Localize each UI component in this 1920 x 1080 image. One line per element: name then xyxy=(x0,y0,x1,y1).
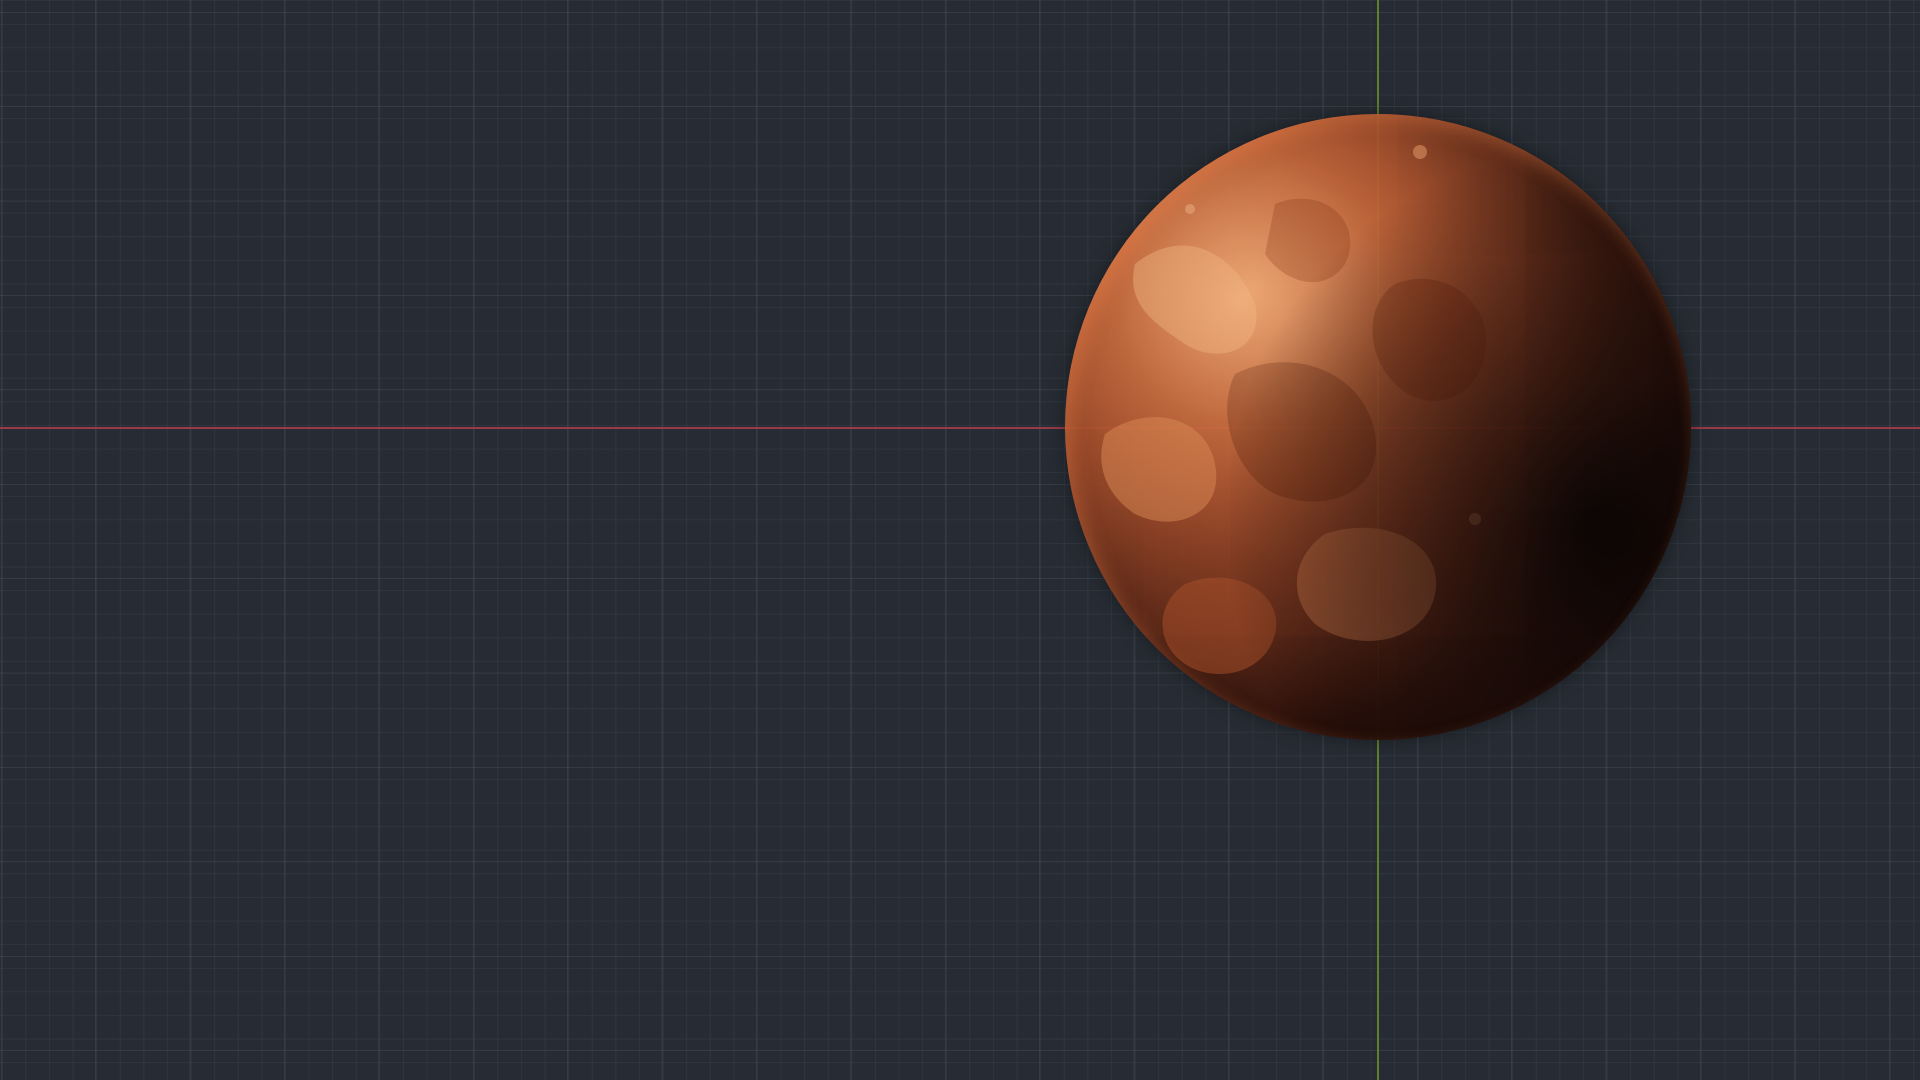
3d-viewport[interactable] xyxy=(0,0,1920,1080)
planet-object[interactable] xyxy=(1065,114,1691,740)
planet-rim-light xyxy=(1065,114,1691,740)
